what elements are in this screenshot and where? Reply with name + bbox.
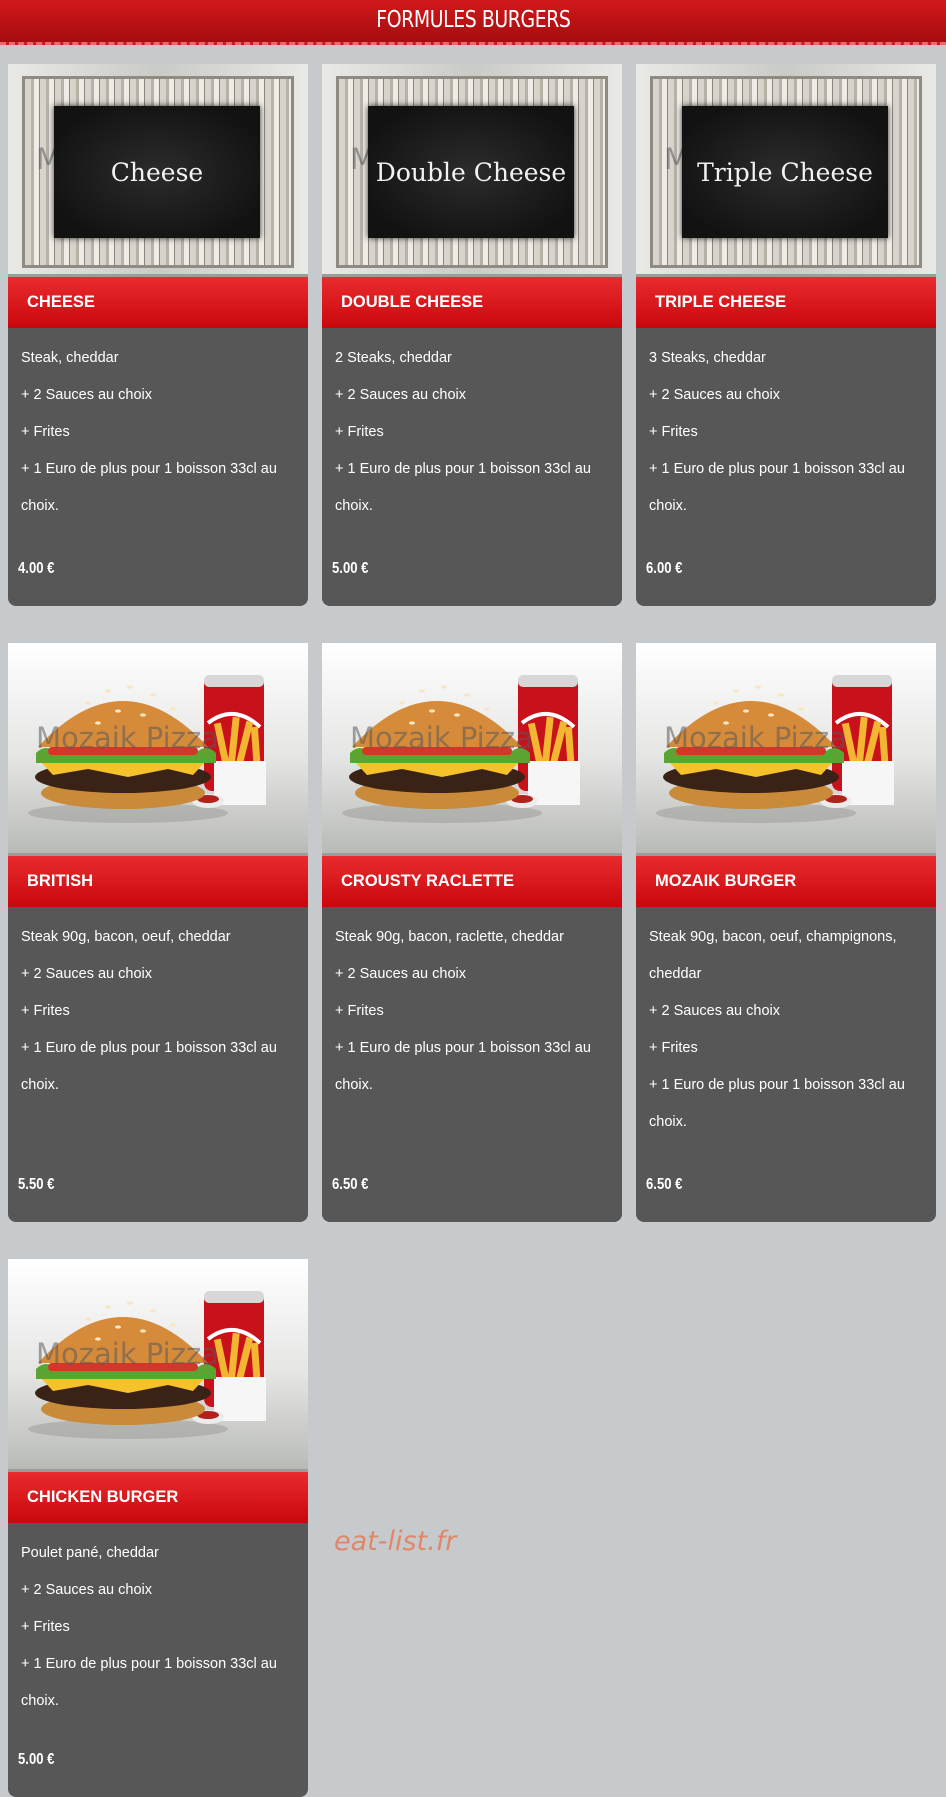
description-line: choix. (21, 1693, 59, 1709)
description-line: + 1 Euro de plus pour 1 boisson 33cl au (21, 461, 277, 477)
description-line: + 1 Euro de plus pour 1 boisson 33cl au (335, 461, 591, 477)
card-description: Poulet pané, cheddar + 2 Sauces au choix +… (8, 1523, 308, 1720)
chalkboard-image: Mozaik Pizza Cheese (8, 64, 308, 274)
card-title: CHEESE (27, 293, 95, 311)
menu-card[interactable]: Mozaik Pizza MOZAIK BURGER Steak 90g, ba… (636, 643, 936, 1222)
description-line: 3 Steaks, cheddar (649, 350, 766, 366)
image-watermark: Mozaik Pizza (36, 1337, 219, 1371)
chalkboard: Double Cheese (368, 106, 574, 238)
card-description: Steak 90g, bacon, raclette, cheddar + 2 S… (322, 907, 622, 1104)
description-line: + 2 Sauces au choix (649, 1003, 780, 1019)
description-line: Steak, cheddar (21, 350, 119, 366)
menu-card[interactable]: Mozaik Pizza CHICKEN BURGER Poulet pané,… (8, 1259, 308, 1797)
page-title: FORMULES BURGERS (375, 7, 571, 33)
description-line: + 2 Sauces au choix (21, 387, 152, 403)
card-title-bar: CHEESE (8, 274, 308, 328)
description-line: + Frites (21, 1619, 70, 1635)
chalkboard-label: Cheese (110, 157, 204, 187)
description-line: + Frites (335, 424, 384, 440)
description-line: choix. (335, 498, 373, 514)
description-line: Steak 90g, bacon, oeuf, champignons, (649, 929, 897, 945)
card-title-bar: CHICKEN BURGER (8, 1469, 308, 1523)
chalkboard-label: Triple Cheese (697, 157, 873, 187)
card-description: Steak, cheddar + 2 Sauces au choix + Frite… (8, 328, 308, 525)
description-line: + Frites (21, 424, 70, 440)
price-label: 5.00 € (332, 560, 369, 577)
image-watermark: Mozaik Pizza (350, 721, 533, 755)
description-line: + Frites (21, 1003, 70, 1019)
product-image: Mozaik Pizza (636, 643, 936, 853)
description-line: choix. (21, 498, 59, 514)
card-title-bar: MOZAIK BURGER (636, 853, 936, 907)
card-description: 3 Steaks, cheddar + 2 Sauces au choix + Fr… (636, 328, 936, 525)
card-title: BRITISH (27, 872, 93, 890)
chalkboard-image: Mozaik Pizza Double Cheese (322, 64, 622, 274)
card-title: MOZAIK BURGER (655, 872, 797, 890)
description-line: cheddar (649, 966, 702, 982)
description-line: choix. (21, 1077, 59, 1093)
description-line: + 2 Sauces au choix (335, 387, 466, 403)
chalkboard: Cheese (54, 106, 260, 238)
description-line: Steak 90g, bacon, oeuf, cheddar (21, 929, 231, 945)
description-line: + 2 Sauces au choix (21, 1582, 152, 1598)
price-label: 6.50 € (646, 1176, 683, 1193)
card-title-bar: TRIPLE CHEESE (636, 274, 936, 328)
price-label: 4.00 € (18, 560, 55, 577)
description-line: + 1 Euro de plus pour 1 boisson 33cl au (649, 461, 905, 477)
card-description: Steak 90g, bacon, oeuf, champignons, ched… (636, 907, 936, 1141)
site-watermark: eat-list.fr (334, 1526, 457, 1557)
description-line: + 1 Euro de plus pour 1 boisson 33cl au (335, 1040, 591, 1056)
description-line: choix. (335, 1077, 373, 1093)
description-line: 2 Steaks, cheddar (335, 350, 452, 366)
card-title-bar: DOUBLE CHEESE (322, 274, 622, 328)
menu-card[interactable]: Mozaik Pizza BRITISH Steak 90g, bacon, o… (8, 643, 308, 1222)
chalkboard: Triple Cheese (682, 106, 888, 238)
card-title: CROUSTY RACLETTE (341, 872, 514, 890)
description-line: + 1 Euro de plus pour 1 boisson 33cl au (649, 1077, 905, 1093)
chalkboard-image: Mozaik Pizza Triple Cheese (636, 64, 936, 274)
product-image: Mozaik Pizza (8, 643, 308, 853)
description-line: + 2 Sauces au choix (649, 387, 780, 403)
description-line: Steak 90g, bacon, raclette, cheddar (335, 929, 564, 945)
menu-card[interactable]: Mozaik Pizza Cheese CHEESE Steak, chedda… (8, 64, 308, 606)
description-line: + 2 Sauces au choix (335, 966, 466, 982)
price-label: 6.00 € (646, 560, 683, 577)
image-watermark: Mozaik Pizza (664, 721, 847, 755)
menu-card[interactable]: Mozaik Pizza CROUSTY RACLETTE Steak 90g,… (322, 643, 622, 1222)
page-header: FORMULES BURGERS (0, 0, 946, 45)
description-line: + 2 Sauces au choix (21, 966, 152, 982)
card-description: Steak 90g, bacon, oeuf, cheddar + 2 Sauce… (8, 907, 308, 1104)
price-label: 5.00 € (18, 1751, 55, 1768)
image-watermark: Mozaik Pizza (36, 721, 219, 755)
price-label: 5.50 € (18, 1176, 55, 1193)
menu-card[interactable]: Mozaik Pizza Triple Cheese TRIPLE CHEESE… (636, 64, 936, 606)
menu-card[interactable]: Mozaik Pizza Double Cheese DOUBLE CHEESE… (322, 64, 622, 606)
product-image: Mozaik Pizza (8, 1259, 308, 1469)
card-description: 2 Steaks, cheddar + 2 Sauces au choix + Fr… (322, 328, 622, 525)
card-title: TRIPLE CHEESE (655, 293, 787, 311)
product-image: Mozaik Pizza (322, 643, 622, 853)
description-line: + 1 Euro de plus pour 1 boisson 33cl au (21, 1040, 277, 1056)
description-line: Poulet pané, cheddar (21, 1545, 159, 1561)
description-line: choix. (649, 1114, 687, 1130)
chalkboard-label: Double Cheese (375, 157, 567, 187)
card-title-bar: BRITISH (8, 853, 308, 907)
card-title-bar: CROUSTY RACLETTE (322, 853, 622, 907)
description-line: + Frites (649, 424, 698, 440)
card-title: CHICKEN BURGER (27, 1488, 179, 1506)
description-line: + 1 Euro de plus pour 1 boisson 33cl au (21, 1656, 277, 1672)
description-line: choix. (649, 498, 687, 514)
description-line: + Frites (649, 1040, 698, 1056)
description-line: + Frites (335, 1003, 384, 1019)
card-title: DOUBLE CHEESE (341, 293, 484, 311)
price-label: 6.50 € (332, 1176, 369, 1193)
